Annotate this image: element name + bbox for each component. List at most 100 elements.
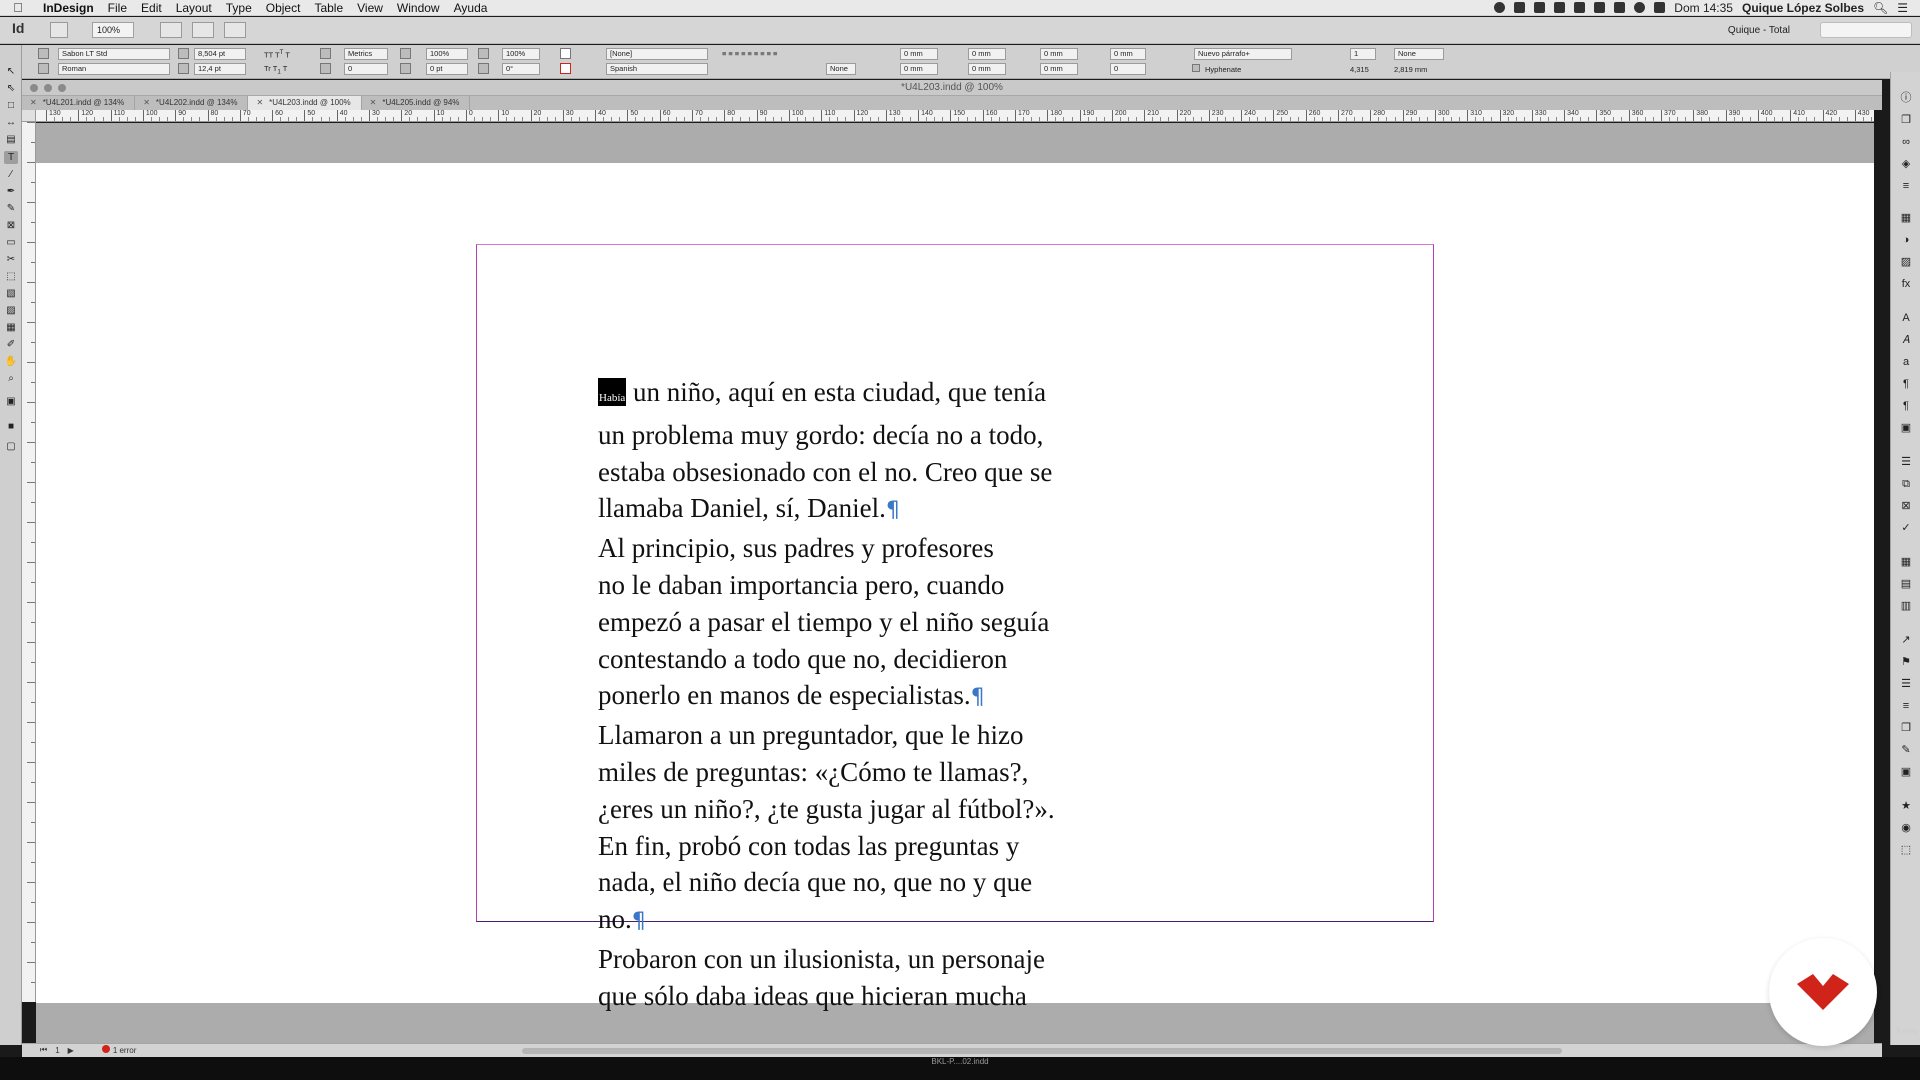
menu-layout[interactable]: Layout [169,1,219,15]
ruler-origin[interactable] [22,110,36,122]
first-line-indent-field[interactable]: 0 mm [900,63,938,75]
menu-table[interactable]: Table [307,1,350,15]
record-status-icon[interactable] [1494,2,1506,13]
gradient-swatch-tool-icon[interactable]: ▧ [4,287,18,300]
story-line[interactable]: no.¶ [598,901,1108,941]
text-frame[interactable]: Había un niño, aquí en esta ciudad, que … [598,374,1108,1015]
character-formatting-icon[interactable] [38,48,49,59]
gradient-feather-tool-icon[interactable]: ▨ [4,304,18,317]
animation-panel-icon[interactable]: ★ [1900,800,1912,812]
vertical-scale-field[interactable]: 100% [426,48,468,60]
wifi-icon[interactable] [1654,2,1666,13]
story-line[interactable]: nada, el niño decía que no, que no y que [598,864,1108,901]
alignment-buttons[interactable]: ≡≡≡≡≡≡≡≡≡ [722,49,779,58]
menu-view[interactable]: View [350,1,390,15]
story-line[interactable]: llamaba Daniel, sí, Daniel.¶ [598,490,1108,530]
baseline-shift-field[interactable]: 0 pt [426,63,468,75]
next-page-icon[interactable]: ▶ [68,1046,74,1055]
content-collector-icon[interactable]: ▤ [4,133,18,146]
view-options-button[interactable] [160,22,182,38]
story-line[interactable]: Llamaron a un preguntador, que le hizo [598,717,1108,754]
bluetooth-icon[interactable] [1594,2,1606,13]
layers-panel-icon[interactable]: ◈ [1900,158,1912,170]
text-fill-icon[interactable] [560,48,571,59]
screen-mode-icon[interactable]: ▢ [4,440,18,453]
selection-tool-icon[interactable]: ↖ [4,65,18,78]
pathfinder-panel-icon[interactable]: ⧉ [1900,478,1912,490]
pages-panel-icon[interactable]: ❐ [1900,114,1912,126]
scissors-tool-icon[interactable]: ✂ [4,253,18,266]
tab-u4l202[interactable]: ✕ *U4L202.indd @ 134% [135,96,249,110]
buttons-panel-icon[interactable]: ◉ [1900,822,1912,834]
color-panel-icon[interactable]: ◑ [1900,234,1912,246]
pen-tool-icon[interactable]: ✒ [4,185,18,198]
info-panel-icon[interactable]: ⓘ [1900,92,1912,104]
menu-window[interactable]: Window [390,1,447,15]
effects-panel-icon[interactable]: fx [1900,278,1912,290]
font-style-field[interactable]: Roman [58,63,170,75]
drop-cap-lines-field[interactable]: 0 mm [1110,48,1146,60]
paragraph-panel-icon[interactable]: ¶ [1900,378,1912,390]
close-tab-icon[interactable]: ✕ [256,98,263,107]
eyedropper-tool-icon[interactable]: ✐ [4,338,18,351]
menu-type[interactable]: Type [219,1,259,15]
links-panel-icon[interactable]: ∞ [1900,136,1912,148]
table-styles-panel-icon[interactable]: ▥ [1900,600,1912,612]
columns-field[interactable]: 1 [1350,48,1376,60]
story-line[interactable]: Al principio, sus padres y profesores [598,530,1108,567]
arrange-documents-button[interactable] [224,22,246,38]
rectangle-tool-icon[interactable]: ▭ [4,236,18,249]
gutter-value[interactable]: 2,819 mm [1394,65,1427,74]
workspace-switcher[interactable]: Quique - Total [1728,25,1790,36]
story-line[interactable]: que sólo daba ideas que hicieran mucha [598,978,1108,1015]
align-to-field[interactable]: None [826,63,856,75]
gap-tool-icon[interactable]: ↔ [4,116,18,129]
bookmarks-panel-icon[interactable]: ⚑ [1900,656,1912,668]
left-indent-field[interactable]: 0 mm [900,48,938,60]
story-line[interactable]: Había un niño, aquí en esta ciudad, que … [598,374,1108,417]
type-tool-icon[interactable]: T [4,151,18,164]
vertical-ruler[interactable] [22,122,36,1002]
selected-word[interactable]: Había [598,378,627,406]
story-line[interactable]: no le daban importancia pero, cuando [598,567,1108,604]
zoom-tool-icon[interactable]: ⌕ [4,372,18,385]
horizontal-scale-field[interactable]: 100% [502,48,540,60]
formatting-affects-icon[interactable]: ■ [4,420,18,433]
library-panel-icon[interactable]: ▣ [1900,766,1912,778]
horizontal-scrollbar[interactable] [522,1048,1562,1054]
line-tool-icon[interactable]: ∕ [4,168,18,181]
language-field[interactable]: Spanish [606,63,708,75]
note-tool-icon[interactable]: ▦ [4,321,18,334]
character-styles-panel-icon[interactable]: A [1900,312,1912,324]
paragraph-styles-panel-icon[interactable]: ¶ [1900,400,1912,412]
help-search-input[interactable] [1820,22,1912,38]
fill-stroke-swatch-icon[interactable]: ▣ [4,395,18,408]
pencil-tool-icon[interactable]: ✎ [4,202,18,215]
stroke-panel-icon[interactable]: ≡ [1900,180,1912,192]
table-panel-icon[interactable]: ▦ [1900,556,1912,568]
all-caps-button[interactable]: TT TT T [264,49,290,60]
notification-center-icon[interactable]: ☰ [1897,1,1908,15]
story-line[interactable]: Probaron con un ilusionista, un personaj… [598,941,1108,978]
menu-app-name[interactable]: InDesign [36,1,101,15]
character-style-field[interactable]: [None] [606,48,708,60]
skew-field[interactable]: 0° [502,63,540,75]
hand-tool-icon[interactable]: ✋ [4,355,18,368]
story-line[interactable]: miles de preguntas: «¿Cómo te llamas?, [598,754,1108,791]
evernote-icon[interactable] [1534,2,1546,13]
direct-selection-tool-icon[interactable]: ⇖ [4,82,18,95]
rectangle-frame-tool-icon[interactable]: ⊠ [4,219,18,232]
menu-object[interactable]: Object [259,1,308,15]
menubar-user[interactable]: Quique López Solbes [1742,1,1864,15]
first-page-icon[interactable]: ⏮ [40,1045,47,1055]
leading-field[interactable]: 12,4 pt [194,63,246,75]
kerning-field[interactable]: Metrics [344,48,388,60]
drive-icon[interactable] [1574,2,1586,13]
glyphs-panel-icon[interactable]: a [1900,356,1912,368]
space-before-field[interactable]: 0 mm [1040,48,1078,60]
text-wrap-panel-icon[interactable]: ⊠ [1900,500,1912,512]
menu-help[interactable]: Ayuda [447,1,495,15]
spotlight-icon[interactable]: 🔍︎ [1873,1,1888,15]
horizontal-ruler[interactable]: 130 120 110 100 90 80 70 60 50 40 30 20 10 0 10 20 30 40 5… [36,110,1874,122]
close-tab-icon[interactable]: ✕ [370,98,377,107]
